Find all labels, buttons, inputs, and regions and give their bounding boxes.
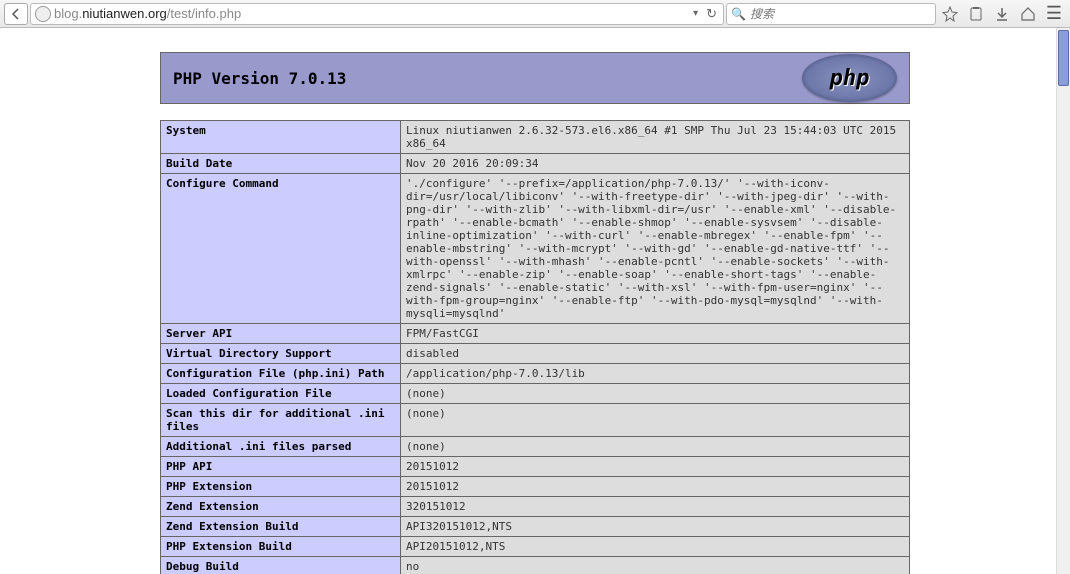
back-arrow-icon xyxy=(8,6,24,22)
table-row: PHP API20151012 xyxy=(161,457,910,477)
row-label: Debug Build xyxy=(161,557,401,574)
hamburger-icon: ☰ xyxy=(1046,3,1062,24)
php-version-title: PHP Version 7.0.13 xyxy=(173,69,346,88)
clipboard-icon xyxy=(968,6,984,22)
row-label: System xyxy=(161,121,401,154)
page-content: PHP Version 7.0.13 php SystemLinux niuti… xyxy=(0,28,1070,574)
table-row: Loaded Configuration File(none) xyxy=(161,384,910,404)
url-text: blog.niutianwen.org/test/info.php xyxy=(54,6,687,21)
table-row: Additional .ini files parsed(none) xyxy=(161,437,910,457)
phpinfo-container: PHP Version 7.0.13 php SystemLinux niuti… xyxy=(160,52,910,574)
table-row: PHP Extension20151012 xyxy=(161,477,910,497)
search-input[interactable] xyxy=(750,7,931,21)
reload-icon[interactable]: ↻ xyxy=(704,6,719,22)
table-row: Configuration File (php.ini) Path/applic… xyxy=(161,364,910,384)
row-label: PHP API xyxy=(161,457,401,477)
downloads-button[interactable] xyxy=(990,3,1014,25)
row-label: Virtual Directory Support xyxy=(161,344,401,364)
row-value: API20151012,NTS xyxy=(401,537,910,557)
row-label: Scan this dir for additional .ini files xyxy=(161,404,401,437)
row-value: Nov 20 2016 20:09:34 xyxy=(401,154,910,174)
bookmark-button[interactable] xyxy=(938,3,962,25)
search-icon: 🔍 xyxy=(731,7,746,21)
row-label: Server API xyxy=(161,324,401,344)
table-row: Zend Extension BuildAPI320151012,NTS xyxy=(161,517,910,537)
star-icon xyxy=(942,6,958,22)
row-label: Build Date xyxy=(161,154,401,174)
scrollbar-thumb[interactable] xyxy=(1058,30,1069,86)
row-value: Linux niutianwen 2.6.32-573.el6.x86_64 #… xyxy=(401,121,910,154)
row-value: 20151012 xyxy=(401,477,910,497)
table-row: PHP Extension BuildAPI20151012,NTS xyxy=(161,537,910,557)
table-row: Server APIFPM/FastCGI xyxy=(161,324,910,344)
table-row: Zend Extension320151012 xyxy=(161,497,910,517)
globe-icon xyxy=(35,6,51,22)
table-row: Build DateNov 20 2016 20:09:34 xyxy=(161,154,910,174)
table-row: Scan this dir for additional .ini files(… xyxy=(161,404,910,437)
home-icon xyxy=(1020,6,1036,22)
table-row: Debug Buildno xyxy=(161,557,910,574)
row-label: Configuration File (php.ini) Path xyxy=(161,364,401,384)
library-button[interactable] xyxy=(964,3,988,25)
row-value: API320151012,NTS xyxy=(401,517,910,537)
row-label: PHP Extension Build xyxy=(161,537,401,557)
row-value: disabled xyxy=(401,344,910,364)
download-arrow-icon xyxy=(994,6,1010,22)
browser-toolbar: blog.niutianwen.org/test/info.php ▾ ↻ 🔍 … xyxy=(0,0,1070,28)
back-button[interactable] xyxy=(4,3,28,25)
table-row: Configure Command'./configure' '--prefix… xyxy=(161,174,910,324)
row-value: no xyxy=(401,557,910,574)
table-row: Virtual Directory Supportdisabled xyxy=(161,344,910,364)
row-label: Loaded Configuration File xyxy=(161,384,401,404)
search-bar[interactable]: 🔍 xyxy=(726,3,936,25)
row-value: (none) xyxy=(401,404,910,437)
row-label: PHP Extension xyxy=(161,477,401,497)
row-value: 320151012 xyxy=(401,497,910,517)
row-value: (none) xyxy=(401,437,910,457)
table-row: SystemLinux niutianwen 2.6.32-573.el6.x8… xyxy=(161,121,910,154)
php-logo: php xyxy=(802,54,897,102)
url-dropdown-icon[interactable]: ▾ xyxy=(690,8,701,19)
toolbar-right-icons: ☰ xyxy=(938,3,1066,25)
row-value: (none) xyxy=(401,384,910,404)
row-value: FPM/FastCGI xyxy=(401,324,910,344)
row-value: /application/php-7.0.13/lib xyxy=(401,364,910,384)
row-label: Zend Extension xyxy=(161,497,401,517)
row-label: Additional .ini files parsed xyxy=(161,437,401,457)
url-bar[interactable]: blog.niutianwen.org/test/info.php ▾ ↻ xyxy=(30,3,724,25)
row-value: './configure' '--prefix=/application/php… xyxy=(401,174,910,324)
phpinfo-table: SystemLinux niutianwen 2.6.32-573.el6.x8… xyxy=(160,120,910,574)
menu-button[interactable]: ☰ xyxy=(1042,3,1066,25)
phpinfo-header: PHP Version 7.0.13 php xyxy=(160,52,910,104)
vertical-scrollbar[interactable] xyxy=(1056,28,1070,574)
home-button[interactable] xyxy=(1016,3,1040,25)
row-label: Configure Command xyxy=(161,174,401,324)
row-label: Zend Extension Build xyxy=(161,517,401,537)
row-value: 20151012 xyxy=(401,457,910,477)
